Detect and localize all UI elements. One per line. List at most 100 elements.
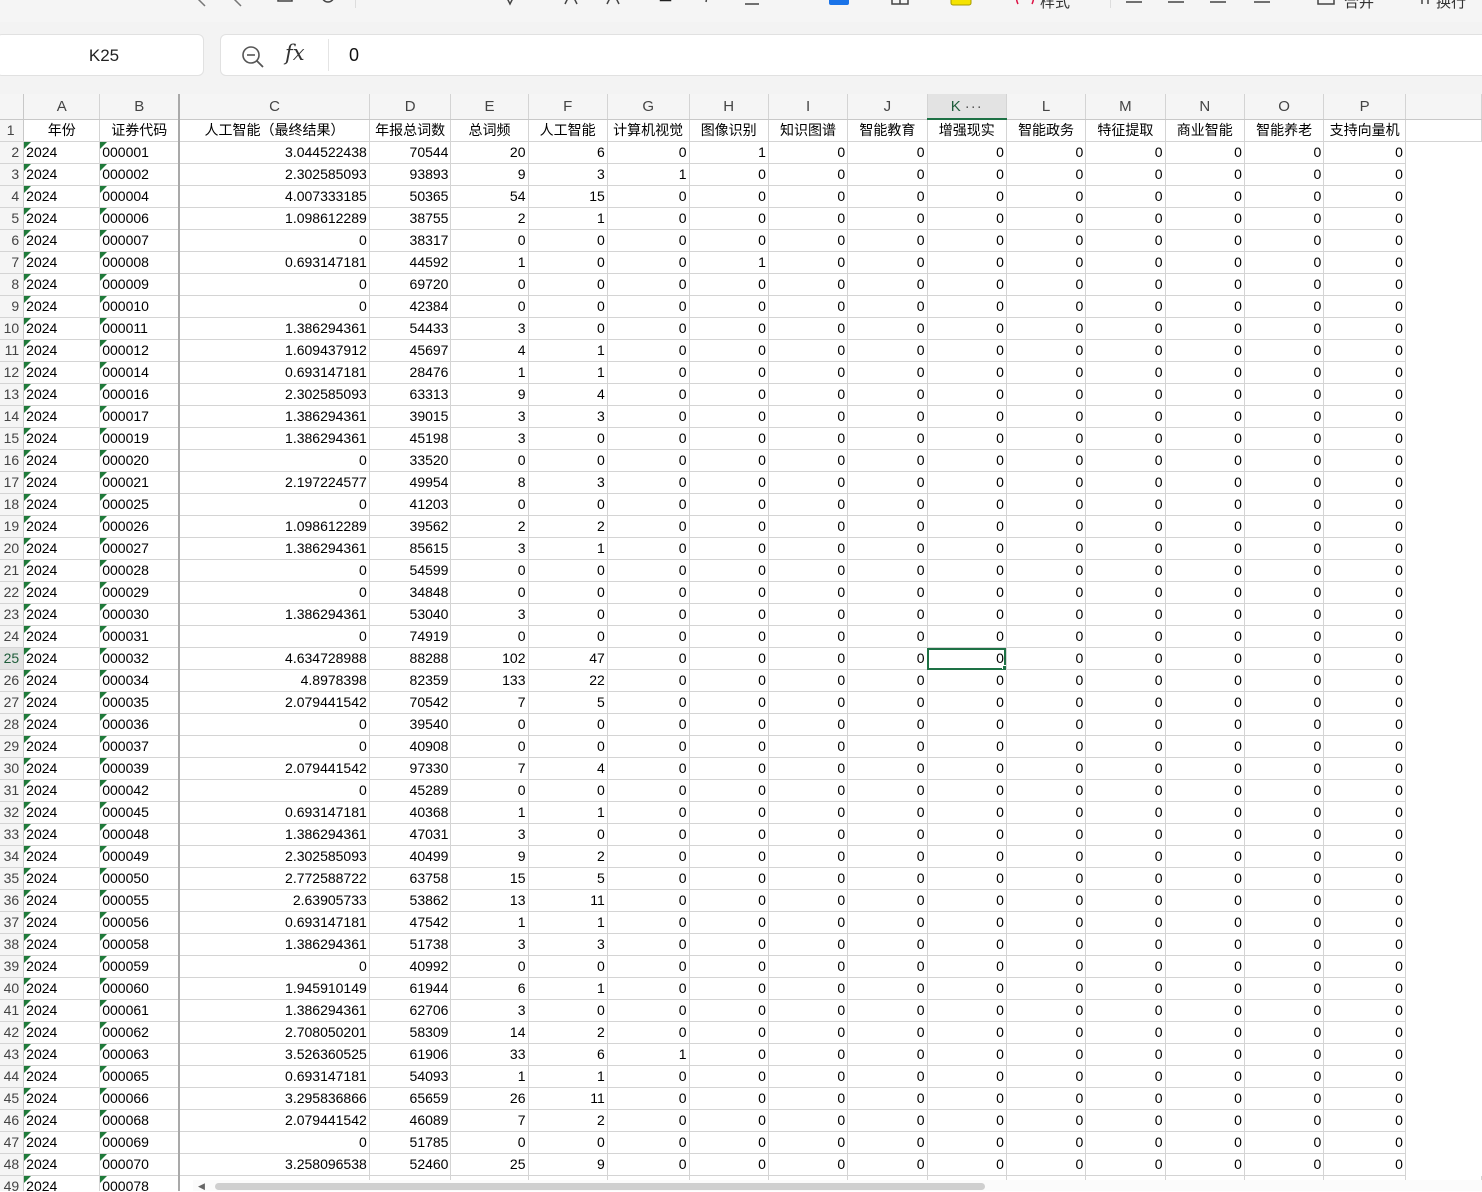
cell[interactable]: 0 xyxy=(607,1131,690,1154)
cell[interactable]: 0 xyxy=(689,889,769,912)
cell[interactable]: 0 xyxy=(689,867,769,890)
cell[interactable]: 0 xyxy=(689,977,769,1000)
header-cell[interactable]: 智能养老 xyxy=(1244,119,1325,142)
cell[interactable]: 11 xyxy=(528,1087,608,1110)
cell[interactable]: 0 xyxy=(768,669,849,692)
cell[interactable]: 0 xyxy=(450,295,529,318)
cell[interactable]: 0 xyxy=(847,493,928,516)
cell[interactable]: 000037 xyxy=(99,735,181,758)
cell[interactable]: 0 xyxy=(847,1087,928,1110)
cell[interactable]: 1.945910149 xyxy=(179,977,370,1000)
cell[interactable]: 3 xyxy=(450,537,529,560)
cell[interactable]: 0 xyxy=(1323,559,1406,582)
cell[interactable]: 0 xyxy=(607,757,690,780)
cell[interactable]: 0 xyxy=(1006,273,1087,296)
fill-color-icon[interactable] xyxy=(828,0,850,8)
cell[interactable]: 0 xyxy=(768,955,849,978)
cell[interactable]: 2.302585093 xyxy=(179,163,370,186)
cell[interactable]: 0 xyxy=(1244,779,1325,802)
cell[interactable]: 0 xyxy=(1244,669,1325,692)
insert-function-icon[interactable]: fx xyxy=(285,41,305,65)
cell[interactable]: 51738 xyxy=(369,933,452,956)
cell[interactable]: 0 xyxy=(1244,1109,1325,1132)
cell[interactable]: 0 xyxy=(847,207,928,230)
cell[interactable]: 0 xyxy=(607,911,690,934)
cell[interactable]: 0 xyxy=(450,955,529,978)
cell[interactable]: 4.634728988 xyxy=(179,647,370,670)
cell[interactable]: 0 xyxy=(927,1087,1007,1110)
cell[interactable]: 0 xyxy=(1244,471,1325,494)
cell[interactable]: 0 xyxy=(689,845,769,868)
cell[interactable]: 0 xyxy=(1165,339,1245,362)
font-color-icon[interactable] xyxy=(500,0,520,8)
cell[interactable]: 63313 xyxy=(369,383,452,406)
cell[interactable]: 000029 xyxy=(99,581,181,604)
cell[interactable]: 0 xyxy=(1323,1153,1406,1176)
align-left-icon[interactable] xyxy=(1126,0,1144,8)
cell[interactable]: 0 xyxy=(1244,449,1325,472)
cell[interactable]: 1 xyxy=(607,163,690,186)
cell[interactable]: 85615 xyxy=(369,537,452,560)
cell[interactable]: 0 xyxy=(768,1109,849,1132)
cell[interactable]: 000065 xyxy=(99,1065,181,1088)
cell[interactable]: 0 xyxy=(1165,1109,1245,1132)
cell[interactable]: 0 xyxy=(768,1153,849,1176)
cell[interactable]: 2 xyxy=(450,515,529,538)
column-header-i[interactable]: I xyxy=(768,94,849,120)
cell[interactable]: 000025 xyxy=(99,493,181,516)
cell[interactable]: 42384 xyxy=(369,295,452,318)
cell[interactable]: 13 xyxy=(450,889,529,912)
cell[interactable]: 0 xyxy=(1244,383,1325,406)
cell[interactable]: 000021 xyxy=(99,471,181,494)
cell[interactable]: 0 xyxy=(927,1109,1007,1132)
cell[interactable]: 0 xyxy=(1165,229,1245,252)
row-header[interactable]: 2 xyxy=(0,141,25,164)
header-cell[interactable]: 支持向量机 xyxy=(1323,119,1406,142)
cell[interactable]: 0 xyxy=(1006,1131,1087,1154)
cell[interactable]: 0 xyxy=(1165,185,1245,208)
cell[interactable]: 0 xyxy=(607,823,690,846)
cell[interactable]: 000017 xyxy=(99,405,181,428)
cell[interactable]: 53040 xyxy=(369,603,452,626)
cell[interactable]: 0 xyxy=(1085,361,1166,384)
column-header-overflow[interactable] xyxy=(1405,94,1482,120)
cell[interactable]: 2.302585093 xyxy=(179,383,370,406)
cell[interactable]: 0 xyxy=(1006,977,1087,1000)
cell[interactable]: 2024 xyxy=(23,1175,101,1191)
cell[interactable]: 33 xyxy=(450,1043,529,1066)
cell[interactable]: 000004 xyxy=(99,185,181,208)
cell[interactable]: 9 xyxy=(450,163,529,186)
cell[interactable]: 0 xyxy=(927,757,1007,780)
cell[interactable]: 0 xyxy=(450,559,529,582)
cell[interactable]: 0 xyxy=(1323,339,1406,362)
cell[interactable]: 2024 xyxy=(23,229,101,252)
cell[interactable]: 0 xyxy=(1323,867,1406,890)
cell[interactable]: 0 xyxy=(1323,317,1406,340)
row-header[interactable]: 40 xyxy=(0,977,25,1000)
row-header[interactable]: 26 xyxy=(0,669,25,692)
cell[interactable]: 51785 xyxy=(369,1131,452,1154)
cell[interactable]: 0 xyxy=(768,735,849,758)
cell[interactable]: 000050 xyxy=(99,867,181,890)
cell[interactable]: 0 xyxy=(1244,691,1325,714)
cell[interactable]: 2024 xyxy=(23,823,101,846)
cell[interactable]: 0 xyxy=(607,1021,690,1044)
cell[interactable]: 1 xyxy=(528,339,608,362)
cell[interactable]: 0 xyxy=(1085,735,1166,758)
cell[interactable]: 0 xyxy=(1165,713,1245,736)
cell[interactable]: 0 xyxy=(847,1153,928,1176)
header-cell[interactable]: 人工智能（最终结果） xyxy=(179,119,370,142)
cell[interactable]: 0 xyxy=(847,471,928,494)
cell[interactable]: 0 xyxy=(927,383,1007,406)
cell[interactable]: 2 xyxy=(528,1021,608,1044)
cell[interactable]: 2024 xyxy=(23,801,101,824)
row-header[interactable]: 8 xyxy=(0,273,25,296)
cell[interactable]: 0 xyxy=(768,317,849,340)
cell[interactable]: 0 xyxy=(768,361,849,384)
cell[interactable]: 40992 xyxy=(369,955,452,978)
cell[interactable]: 0 xyxy=(607,141,690,164)
cell[interactable]: 0 xyxy=(528,581,608,604)
cell[interactable]: 0 xyxy=(927,999,1007,1022)
cell[interactable]: 3 xyxy=(450,603,529,626)
cell[interactable]: 0 xyxy=(450,713,529,736)
